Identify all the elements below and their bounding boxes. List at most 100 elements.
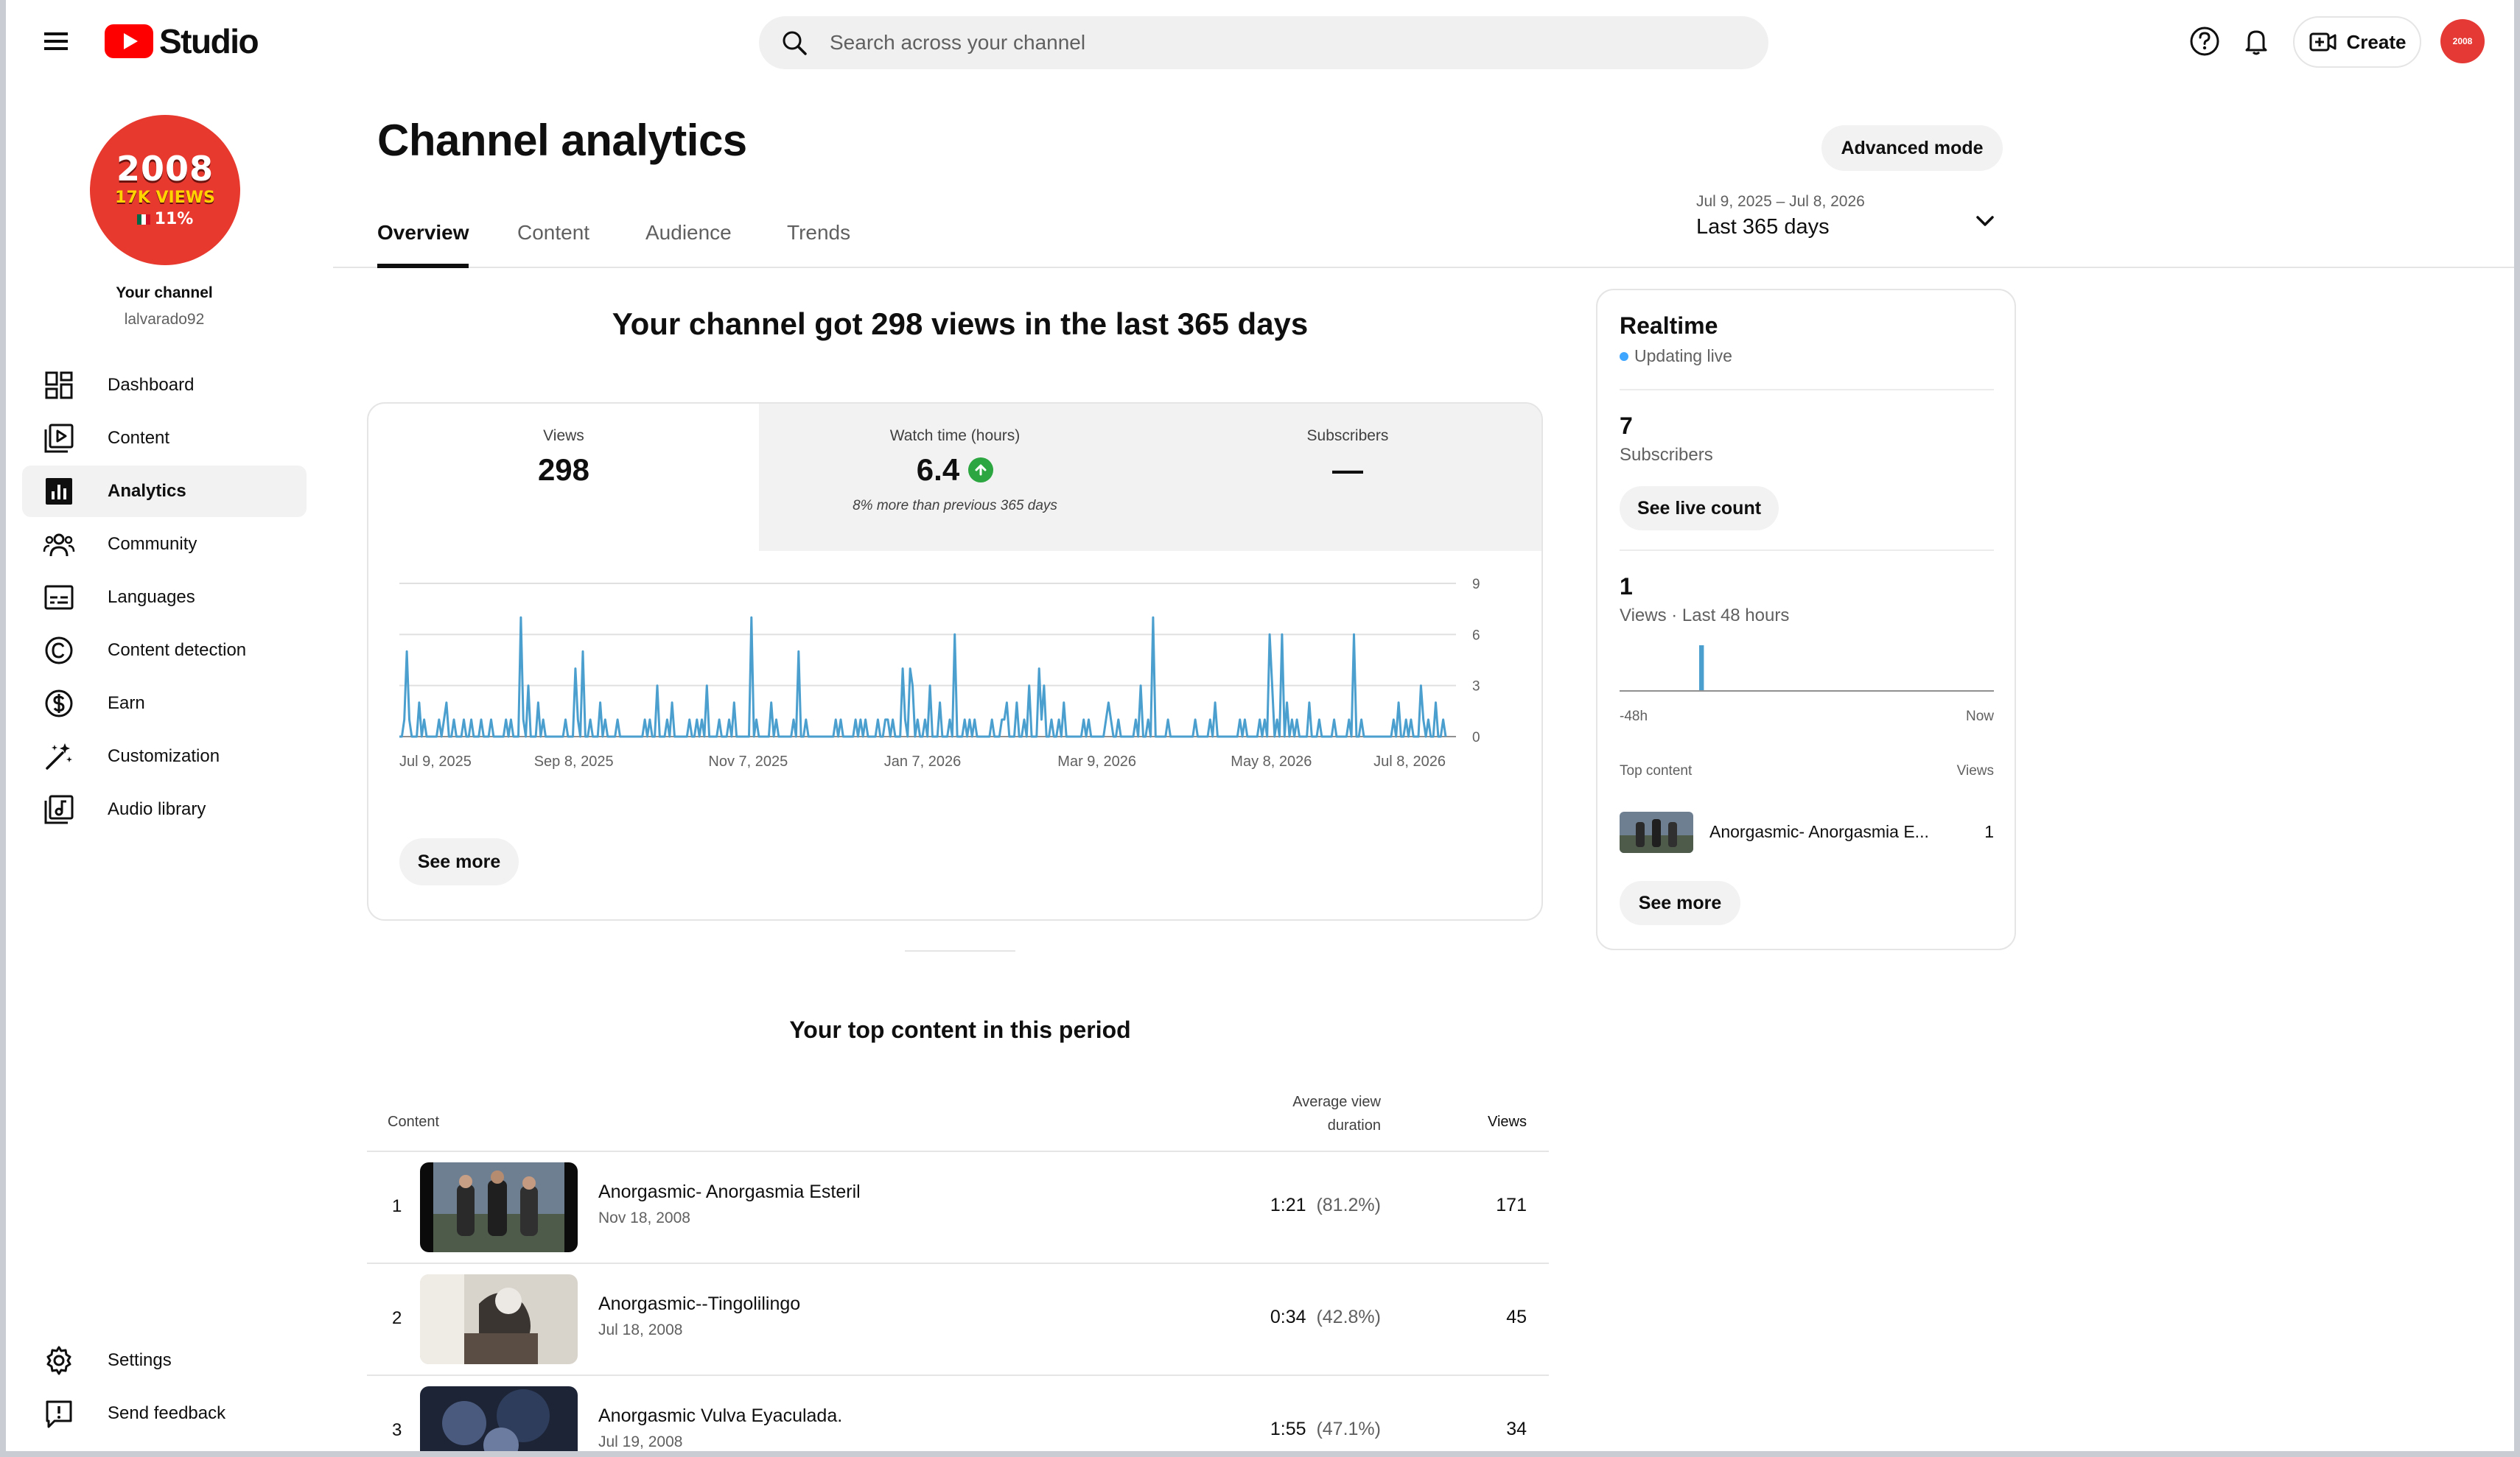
realtime-bar[interactable] (1699, 645, 1704, 691)
video-title[interactable]: Anorgasmic- Anorgasmia Esteril (598, 1182, 861, 1203)
sidebar-item-send-feedback[interactable]: Send feedback (22, 1388, 307, 1439)
sidebar-item-dashboard[interactable]: Dashboard (22, 359, 307, 411)
account-avatar-text: 2008 (2452, 36, 2473, 46)
realtime-views-col: Views (1956, 763, 1994, 779)
sidebar-item-audio-library[interactable]: Audio library (22, 784, 307, 835)
create-button[interactable]: Create (2293, 16, 2421, 68)
sidebar-item-community[interactable]: Community (22, 519, 307, 570)
realtime-subscribers-label: Subscribers (1620, 445, 1713, 465)
video-date: Jul 19, 2008 (598, 1433, 683, 1450)
x-tick-label: Sep 8, 2025 (534, 754, 614, 770)
chevron-down-icon[interactable] (1970, 206, 2000, 236)
live-text: Updating live (1634, 346, 1732, 365)
account-avatar[interactable]: 2008 (2440, 19, 2485, 63)
realtime-axis-start: -48h (1620, 709, 1648, 724)
realtime-card: Realtime Updating live 7 Subscribers See… (1596, 289, 2016, 950)
metric-watch-time[interactable]: Watch time (hours) 6.4 8% more than prev… (759, 404, 1151, 551)
metric-value: 6.4 (759, 452, 1151, 488)
realtime-top-item[interactable]: Anorgasmic- Anorgasmia E... 1 (1620, 812, 1994, 854)
community-icon (43, 533, 75, 557)
sidebar-item-content[interactable]: Content (22, 412, 307, 464)
gear-icon (46, 1346, 71, 1375)
video-thumbnail[interactable] (420, 1274, 578, 1364)
mexico-flag-icon (136, 214, 150, 225)
x-tick-label: Jul 8, 2026 (1373, 754, 1446, 770)
magic-wand-icon (46, 743, 72, 770)
advanced-mode-button[interactable]: Advanced mode (1821, 125, 2003, 171)
overview-headline: Your channel got 298 views in the last 3… (612, 306, 1309, 341)
copyright-icon (45, 636, 73, 664)
notifications-bell-icon[interactable] (2239, 24, 2274, 59)
help-icon[interactable] (2187, 24, 2222, 59)
realtime-live-status: Updating live (1620, 346, 1732, 366)
metric-subscribers[interactable]: Subscribers — (1151, 404, 1541, 551)
tab-overview[interactable]: Overview (377, 221, 469, 245)
sidebar-item-customization[interactable]: Customization (22, 731, 307, 782)
studio-logo[interactable]: Studio (105, 18, 259, 65)
x-tick-label: May 8, 2026 (1231, 754, 1312, 770)
table-row[interactable]: 3 Anorgasmic Vulva Eyaculada. Jul 19, 20… (367, 1376, 1549, 1451)
col-header-duration-line2: duration (1327, 1117, 1381, 1134)
table-row[interactable]: 1 Anorgasmic- Anorgasmia Esteril Nov 18,… (367, 1152, 1549, 1263)
y-tick-label: 3 (1472, 679, 1480, 695)
tab-trends[interactable]: Trends (787, 221, 850, 245)
avatar-pct-text: 11% (154, 210, 194, 228)
see-live-count-button[interactable]: See live count (1620, 486, 1779, 530)
realtime-views-label: Views · Last 48 hours (1620, 605, 1790, 625)
sidebar-item-content-detection[interactable]: Content detection (22, 625, 307, 676)
views-series-line[interactable] (399, 616, 1447, 738)
realtime-divider (1620, 550, 1994, 551)
video-thumbnail[interactable] (420, 1386, 578, 1451)
overview-see-more-button[interactable]: See more (399, 838, 519, 885)
date-period-label[interactable]: Last 365 days (1696, 215, 1830, 239)
menu-icon[interactable] (40, 27, 72, 56)
video-thumbnail[interactable] (1620, 812, 1693, 853)
tabs-divider (333, 267, 2514, 268)
row-views: 45 (1506, 1307, 1527, 1327)
avg-view-duration: 0:34 (42.8%) (1251, 1307, 1381, 1328)
channel-avatar[interactable]: 2008 17K VIEWS 11% (90, 115, 240, 265)
table-row[interactable]: 2 Anorgasmic--Tingolilingo Jul 18, 2008 … (367, 1264, 1549, 1375)
search-input[interactable] (830, 31, 1714, 55)
subtitles-icon (44, 585, 74, 610)
sidebar-item-analytics[interactable]: Analytics (22, 466, 307, 517)
youtube-logo-icon (105, 24, 153, 58)
video-title[interactable]: Anorgasmic Vulva Eyaculada. (598, 1405, 842, 1427)
metric-views[interactable]: Views 298 (368, 404, 759, 551)
metric-label: Views (543, 427, 584, 444)
date-range[interactable]: Jul 9, 2025 – Jul 8, 2026 (1696, 193, 1865, 211)
dashboard-icon (45, 371, 73, 399)
video-title[interactable]: Anorgasmic--Tingolilingo (598, 1293, 800, 1315)
active-tab-indicator (377, 264, 469, 268)
realtime-top-title[interactable]: Anorgasmic- Anorgasmia E... (1709, 822, 1929, 842)
sidebar-item-label: Audio library (108, 799, 206, 819)
search-bar[interactable] (759, 16, 1768, 69)
realtime-see-more-button[interactable]: See more (1620, 881, 1740, 925)
y-tick-label: 6 (1472, 628, 1480, 643)
realtime-bar-chart[interactable] (1620, 642, 1994, 694)
tab-content[interactable]: Content (517, 221, 589, 245)
sidebar-item-languages[interactable]: Languages (22, 572, 307, 623)
x-tick-label: Nov 7, 2025 (708, 754, 788, 770)
channel-handle: lalvarado92 (124, 311, 205, 328)
metric-label: Watch time (hours) (889, 427, 1021, 444)
sidebar-item-label: Content (108, 428, 170, 448)
video-date: Jul 18, 2008 (598, 1321, 683, 1338)
views-line-chart[interactable]: 0 3 6 9 Jul 9, 2025 Sep 8, 2025 Nov 7, 2025 Jan… (368, 551, 1541, 816)
avatar-year: 2008 (116, 149, 214, 189)
row-rank: 2 (392, 1308, 402, 1328)
col-header-duration: Average view duration (1111, 1090, 1381, 1137)
trend-up-icon (968, 457, 994, 482)
sidebar-item-settings[interactable]: Settings (22, 1335, 307, 1386)
sidebar-item-label: Content detection (108, 640, 247, 660)
video-plus-icon (2309, 32, 2337, 52)
tab-audience[interactable]: Audience (645, 221, 732, 245)
realtime-top-views: 1 (1984, 822, 1994, 841)
sidebar-item-earn[interactable]: Earn (22, 678, 307, 729)
realtime-divider (1620, 389, 1994, 390)
video-thumbnail[interactable] (420, 1162, 578, 1252)
duration-percent: (81.2%) (1316, 1195, 1381, 1215)
duration-value: 0:34 (1270, 1307, 1306, 1327)
metric-value: — (1151, 452, 1541, 488)
analytics-icon (46, 478, 72, 505)
